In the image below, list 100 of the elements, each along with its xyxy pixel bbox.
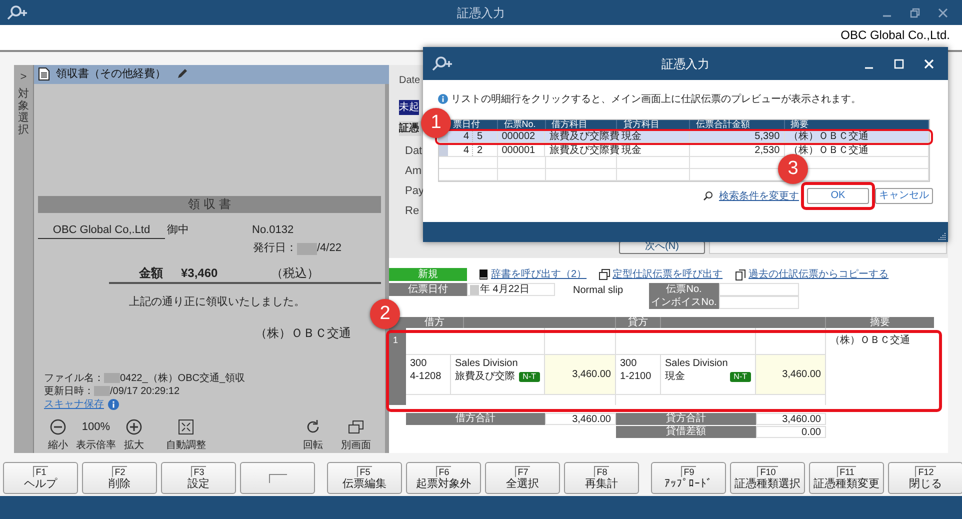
function-key[interactable]: F2 削除 — [82, 462, 157, 494]
link[interactable]: 定型仕訳伝票を呼び出す — [612, 267, 723, 282]
file-name: 0422_（株）OBC交通_領収 — [120, 372, 246, 386]
document-icon — [38, 67, 50, 82]
tool-label: 回転 — [303, 439, 323, 453]
updated-label: 更新日時： — [44, 384, 94, 398]
link[interactable]: 過去の仕訳伝票からコピーする — [748, 267, 889, 282]
field-label: 借方合計 — [406, 413, 545, 425]
column-header: 貸方 — [616, 317, 661, 328]
table-row[interactable]: 4 5 000002 旅費及び交際費 現金 5,390 （株）ＯＢＣ交通 — [439, 131, 929, 143]
table-cell: 4 — [448, 145, 473, 156]
company-name: OBC Global Co.,Ltd. — [840, 27, 950, 44]
status-badge: 未起 — [399, 100, 419, 115]
magnifier-plus-icon — [6, 4, 30, 20]
zoom-percentage: 100% — [82, 420, 110, 435]
zoom-in-icon[interactable] — [126, 419, 142, 435]
empty-cell[interactable] — [616, 394, 826, 405]
empty-cell[interactable] — [406, 394, 616, 405]
amount-cell: 3,460.00 — [545, 355, 616, 394]
field-label: Re — [405, 204, 420, 216]
fit-screen-icon[interactable] — [178, 419, 194, 435]
dialog-title: 証憑入力 — [662, 56, 710, 72]
tax-tag: N-T — [518, 372, 540, 382]
input-field[interactable] — [719, 283, 799, 296]
updated-time: /09/17 20:29:12 — [110, 384, 180, 398]
resize-grip-icon[interactable] — [938, 232, 946, 240]
field-label: 伝票日付 — [389, 283, 467, 296]
receipt-statement: 上記の通り正に領収いたしました。 — [129, 294, 306, 310]
status-tag: 新規 — [389, 268, 467, 281]
table-cell-text: Sales Division — [665, 357, 729, 370]
zoom-out-icon[interactable] — [50, 419, 66, 435]
document-title: 領収書（その他経費） — [56, 67, 166, 82]
redaction-box — [470, 284, 479, 294]
issuer-name: （株）ＯＢＣ交通 — [255, 325, 351, 342]
function-key[interactable]: F6 起票対象外 — [406, 462, 481, 494]
field-label: 伝票No. — [649, 283, 719, 296]
rotate-icon[interactable] — [305, 419, 321, 435]
field-label: Dat — [405, 144, 422, 156]
function-key[interactable]: F11 証憑種類変更 — [809, 462, 884, 494]
pencil-icon[interactable] — [176, 68, 188, 80]
file-name-label: ファイル名： — [44, 372, 104, 386]
table-cell-text: 5 — [476, 131, 483, 142]
search-icon — [703, 191, 713, 201]
function-key[interactable]: F7 全選択 — [485, 462, 560, 494]
tool-label: 別画面 — [341, 439, 371, 453]
table-cell-text: 300 — [410, 357, 428, 370]
table-cell: 旅費及び交際費 — [545, 145, 618, 156]
field-label: 貸方合計 — [616, 413, 756, 425]
field-label: インボイスNo. — [649, 296, 719, 309]
total-value: 0.00 — [756, 426, 826, 438]
windows-icon[interactable] — [348, 419, 364, 435]
close-icon[interactable] — [938, 8, 948, 18]
function-key[interactable]: F1 ヘルプ — [3, 462, 78, 494]
total-value: 3,460.00 — [545, 413, 616, 425]
redaction-box — [104, 373, 120, 383]
table-cell-text: 1-2100 — [620, 370, 652, 383]
tax-tag: N-T — [730, 372, 751, 382]
amount-cell: 3,460.00 — [756, 355, 826, 394]
date-field[interactable]: 年 4月22日 — [467, 283, 555, 296]
function-key[interactable]: F9 ｱｯﾌﾟﾛｰﾄﾞ — [651, 462, 726, 494]
function-key[interactable]: F12 閉じる — [888, 462, 962, 494]
book-icon — [479, 269, 488, 280]
field-label: 貸借差額 — [616, 426, 756, 438]
function-key[interactable]: F5 伝票編集 — [327, 462, 402, 494]
clipboard-icon — [734, 268, 746, 280]
table-cell: 2,530 — [690, 145, 785, 156]
side-tab[interactable]: > 対象選択 — [14, 65, 34, 453]
function-key[interactable]: F3 設定 — [161, 462, 236, 494]
issue-date: /4/22 — [317, 241, 342, 256]
maximize-icon[interactable] — [894, 58, 904, 68]
stacked-pages-icon — [598, 269, 610, 280]
receipt-heading: 領 収 書 — [38, 196, 381, 212]
amount-label: 金額 — [138, 264, 164, 282]
field-label: Pay — [405, 184, 424, 196]
column-header: 借方 — [406, 317, 464, 328]
receipt-number: No.0132 — [252, 223, 294, 238]
link[interactable]: 辞書を呼び出す（2） — [491, 267, 587, 282]
table-row[interactable]: 4 2 000001 旅費及び交際費 現金 2,530 （株）ＯＢＣ交通 — [439, 145, 929, 157]
table-cell: 旅費及び交際 — [455, 370, 515, 383]
input-field[interactable] — [719, 296, 799, 309]
row-number: 1 — [389, 328, 406, 405]
cancel-button[interactable]: キャンセル — [875, 188, 933, 204]
payee-name: OBC Global Co,.Ltd — [38, 222, 165, 240]
column-header: 摘要 — [869, 317, 891, 328]
function-key[interactable]: F8 再集計 — [564, 462, 639, 494]
restore-icon[interactable] — [910, 8, 920, 18]
memo-cell-text: （株）ＯＢＣ交通 — [829, 334, 911, 348]
tool-label: 表示倍率 — [76, 438, 116, 453]
table-cell-text: 300 — [620, 357, 638, 370]
ok-button[interactable]: OK — [807, 188, 869, 204]
table-cell: 000001 — [498, 145, 546, 156]
total-value: 3,460.00 — [756, 413, 826, 425]
function-key[interactable]: F10 証憑種類選択 — [730, 462, 805, 494]
search-conditions-link[interactable]: 検索条件を変更す — [719, 188, 799, 204]
redaction-box — [297, 242, 317, 254]
tool-label: 縮小 — [48, 438, 68, 453]
window-title: 証憑入力 — [457, 4, 505, 22]
table-cell-text: 2 — [476, 145, 483, 156]
info-icon[interactable] — [108, 399, 119, 410]
honorific: 御中 — [167, 223, 190, 238]
